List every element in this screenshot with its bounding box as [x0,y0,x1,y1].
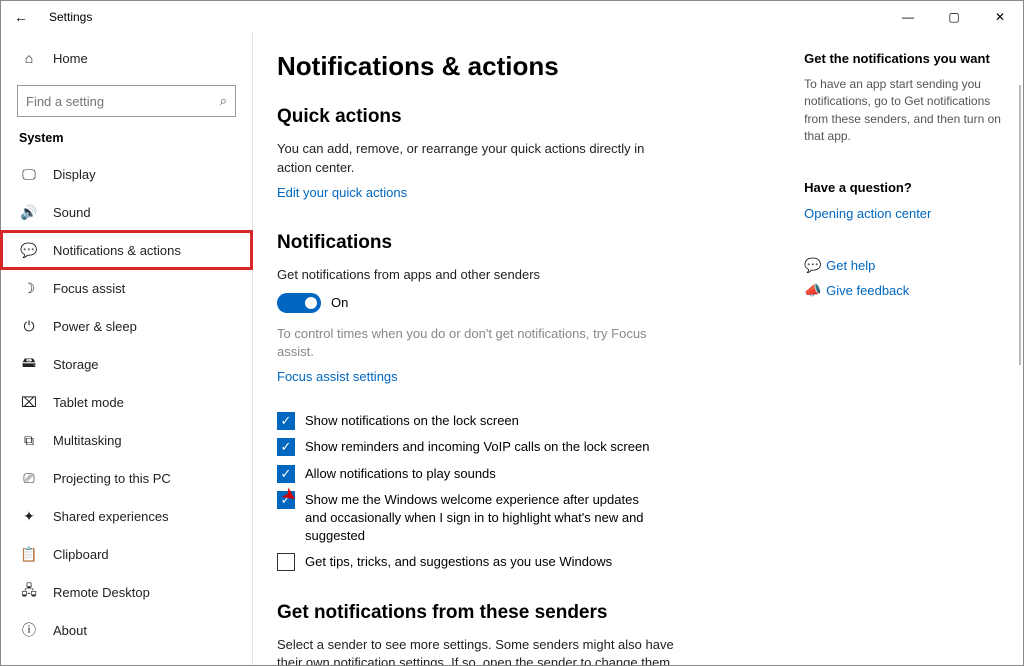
sidebar-item-sound[interactable]: 🔊Sound [1,193,252,231]
quick-actions-desc: You can add, remove, or rearrange your q… [277,140,677,178]
project-icon: ⎚ [19,470,39,487]
back-button[interactable]: ← [9,9,33,25]
sidebar-item-display[interactable]: 🖵Display [1,155,252,193]
storage-icon: 🖴 [19,352,39,376]
search-input[interactable] [26,94,220,109]
power-icon: ⏻ [19,318,39,335]
close-button[interactable]: ✕ [977,1,1023,33]
sidebar-item-tablet[interactable]: ⌧Tablet mode [1,383,252,421]
notifications-desc: Get notifications from apps and other se… [277,266,677,285]
give-feedback-link[interactable]: Give feedback [826,283,909,298]
question-heading: Have a question? [804,180,1005,195]
search-box[interactable]: ⌕ [17,85,236,117]
check-welcome[interactable]: ✓ [277,491,295,509]
tablet-icon: ⌧ [19,394,39,411]
notifications-toggle-label: On [331,295,348,310]
main-area: Notifications & actions Quick actions Yo… [253,33,1023,665]
notifications-toggle[interactable] [277,293,321,313]
clipboard-icon: 📋 [19,546,39,563]
search-icon: ⌕ [220,93,227,109]
sidebar-item-about[interactable]: ⓘAbout [1,611,252,649]
focus-desc: To control times when you do or don't ge… [277,325,677,363]
senders-desc: Select a sender to see more settings. So… [277,636,677,665]
minimize-button[interactable]: — [885,1,931,33]
home-icon: ⌂ [19,50,39,66]
home-nav[interactable]: ⌂ Home [1,39,252,77]
tips-text: To have an app start sending you notific… [804,76,1005,146]
focus-assist-link[interactable]: Focus assist settings [277,369,398,384]
remote-icon: 🖧 [19,580,39,604]
quick-actions-heading: Quick actions [277,106,776,128]
about-icon: ⓘ [19,620,39,640]
sidebar-item-notifications[interactable]: 💬Notifications & actions [1,231,252,269]
tips-heading: Get the notifications you want [804,51,1005,66]
check-tips[interactable] [277,553,295,571]
sidebar-item-storage[interactable]: 🖴Storage [1,345,252,383]
sidebar: ⌂ Home ⌕ System 🖵Display 🔊Sound 💬Notific… [1,33,253,665]
scrollbar[interactable] [1019,85,1021,365]
edit-quick-actions-link[interactable]: Edit your quick actions [277,185,407,200]
sidebar-item-power[interactable]: ⏻Power & sleep [1,307,252,345]
sidebar-item-shared[interactable]: ✦Shared experiences [1,497,252,535]
maximize-button[interactable]: ▢ [931,1,977,33]
notifications-icon: 💬 [19,242,39,259]
page-title: Notifications & actions [277,51,776,82]
sound-icon: 🔊 [19,204,39,221]
sidebar-item-remote[interactable]: 🖧Remote Desktop [1,573,252,611]
get-help-link[interactable]: Get help [826,258,875,273]
opening-action-center-link[interactable]: Opening action center [804,206,931,221]
focus-icon: ☽ [19,280,39,297]
check-sounds[interactable]: ✓ [277,465,295,483]
sidebar-item-clipboard[interactable]: 📋Clipboard [1,535,252,573]
sidebar-item-focus-assist[interactable]: ☽Focus assist [1,269,252,307]
check-lockscreen[interactable]: ✓ [277,412,295,430]
feedback-icon: 📣 [804,282,826,299]
sidebar-item-projecting[interactable]: ⎚Projecting to this PC [1,459,252,497]
home-label: Home [53,51,88,66]
multitask-icon: ⧉ [19,432,39,449]
check-voip[interactable]: ✓ [277,438,295,456]
window-title: Settings [49,10,92,24]
shared-icon: ✦ [19,508,39,525]
help-icon: 💬 [804,257,826,274]
display-icon: 🖵 [19,166,39,183]
aside-pane: Get the notifications you want To have a… [800,33,1023,665]
senders-heading: Get notifications from these senders [277,602,776,624]
notifications-heading: Notifications [277,232,776,254]
category-heading: System [1,131,252,155]
sidebar-item-multitasking[interactable]: ⧉Multitasking [1,421,252,459]
